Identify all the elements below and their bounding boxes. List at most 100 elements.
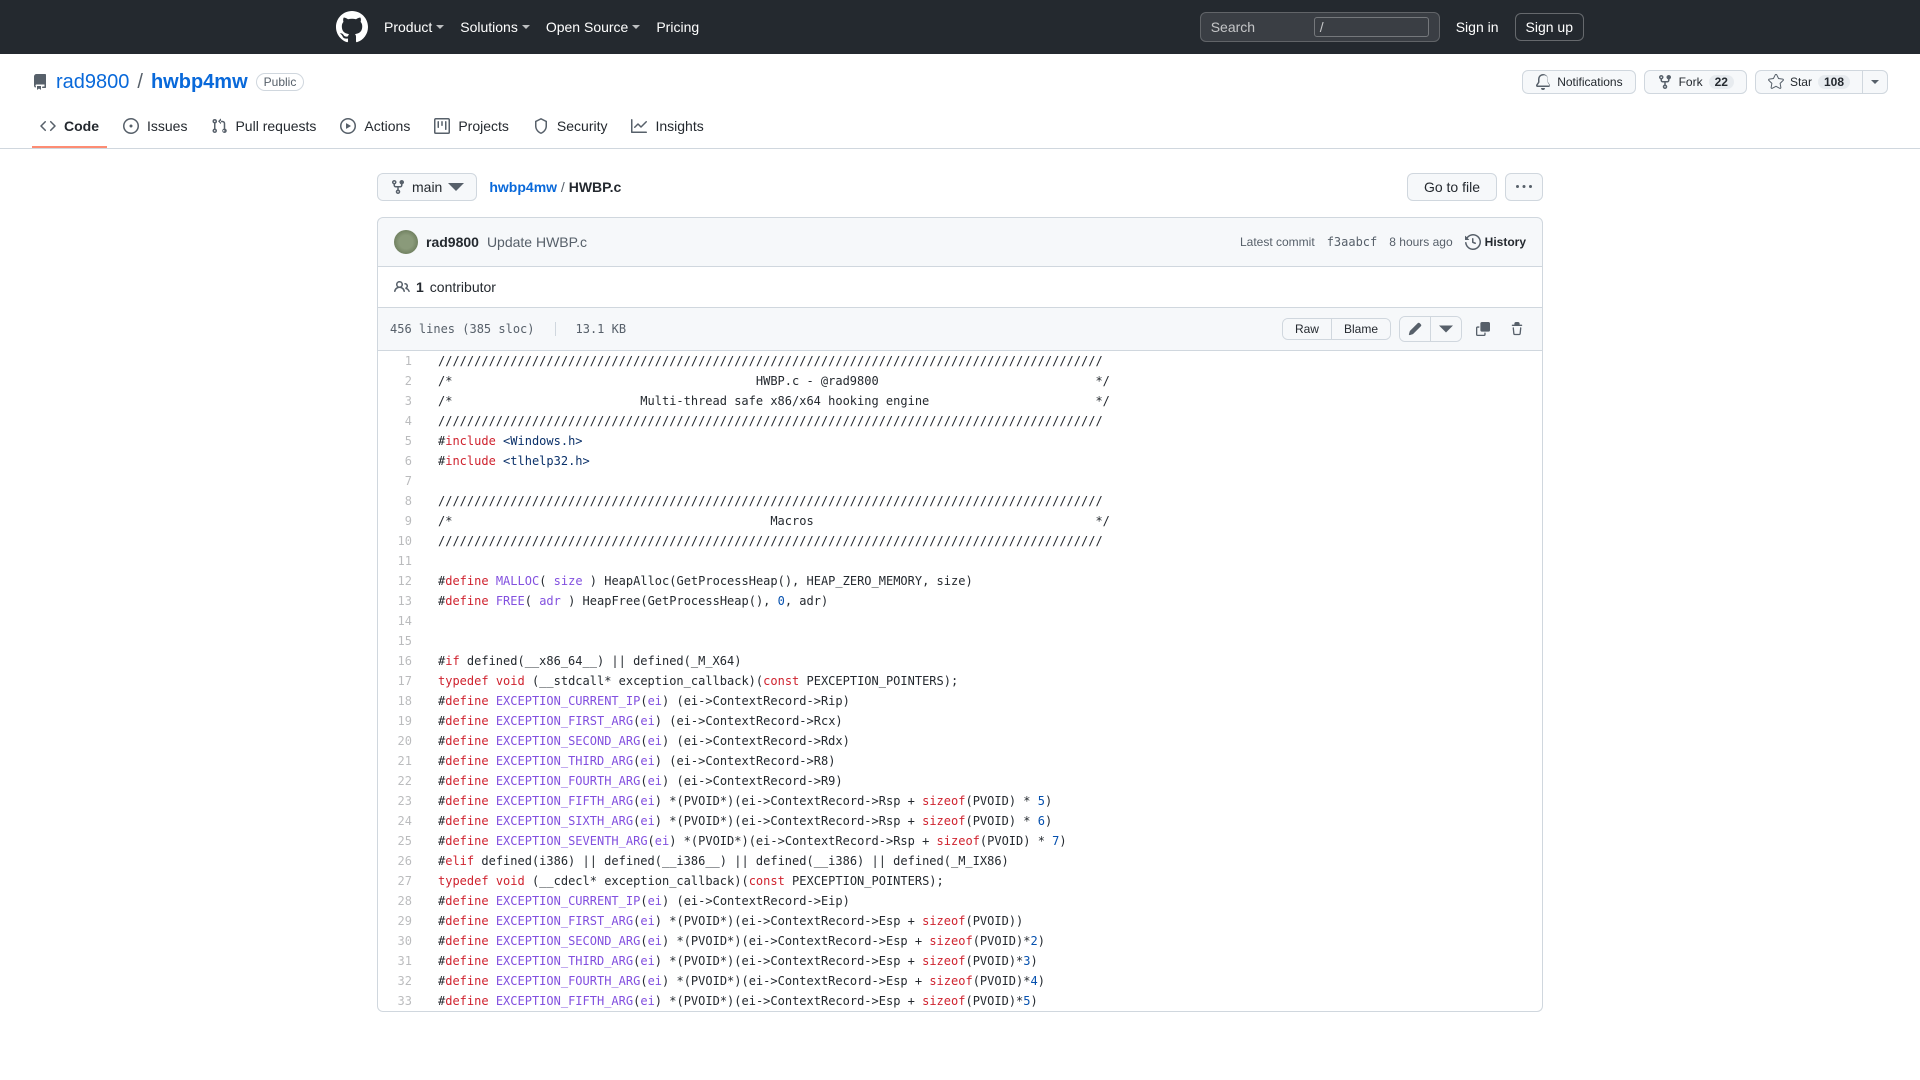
line-number[interactable]: 15 [378, 631, 428, 651]
line-number[interactable]: 3 [378, 391, 428, 411]
line-content[interactable]: #elif defined(i386) || defined(__i386__)… [428, 851, 1542, 871]
line-number[interactable]: 28 [378, 891, 428, 911]
signup-button[interactable]: Sign up [1515, 13, 1584, 41]
line-content[interactable] [428, 551, 1542, 571]
fork-button[interactable]: Fork 22 [1644, 70, 1747, 94]
line-number[interactable]: 16 [378, 651, 428, 671]
line-content[interactable]: #define EXCEPTION_SIXTH_ARG(ei) *(PVOID*… [428, 811, 1542, 831]
line-content[interactable]: #if defined(__x86_64__) || defined(_M_X6… [428, 651, 1542, 671]
line-content[interactable]: #define EXCEPTION_FIFTH_ARG(ei) *(PVOID*… [428, 991, 1542, 1011]
raw-button[interactable]: Raw [1283, 319, 1332, 339]
line-number[interactable]: 6 [378, 451, 428, 471]
commit-author-link[interactable]: rad9800 [426, 234, 479, 250]
star-button[interactable]: Star 108 [1755, 70, 1863, 94]
line-content[interactable]: #define EXCEPTION_SECOND_ARG(ei) *(PVOID… [428, 931, 1542, 951]
github-logo-icon[interactable] [336, 11, 368, 43]
line-content[interactable]: #define EXCEPTION_FOURTH_ARG(ei) (ei->Co… [428, 771, 1542, 791]
commit-sha-link[interactable]: f3aabcf [1327, 235, 1378, 249]
line-content[interactable]: #define EXCEPTION_FOURTH_ARG(ei) *(PVOID… [428, 971, 1542, 991]
line-content[interactable]: #define EXCEPTION_FIRST_ARG(ei) (ei->Con… [428, 711, 1542, 731]
line-number[interactable]: 19 [378, 711, 428, 731]
line-content[interactable]: #define EXCEPTION_CURRENT_IP(ei) (ei->Co… [428, 691, 1542, 711]
line-content[interactable]: #define EXCEPTION_FIFTH_ARG(ei) *(PVOID*… [428, 791, 1542, 811]
line-content[interactable]: ////////////////////////////////////////… [428, 351, 1542, 371]
nav-solutions[interactable]: Solutions [460, 19, 530, 35]
search-input[interactable]: Search / [1200, 12, 1440, 42]
line-number[interactable]: 30 [378, 931, 428, 951]
line-content[interactable]: ////////////////////////////////////////… [428, 531, 1542, 551]
nav-pricing[interactable]: Pricing [656, 19, 699, 35]
line-number[interactable]: 2 [378, 371, 428, 391]
line-number[interactable]: 12 [378, 571, 428, 591]
line-number[interactable]: 14 [378, 611, 428, 631]
line-number[interactable]: 11 [378, 551, 428, 571]
line-number[interactable]: 5 [378, 431, 428, 451]
breadcrumb-repo-link[interactable]: hwbp4mw [489, 179, 557, 195]
line-content[interactable]: ////////////////////////////////////////… [428, 411, 1542, 431]
history-link[interactable]: History [1465, 234, 1526, 250]
tab-security[interactable]: Security [525, 110, 616, 148]
author-avatar[interactable] [394, 230, 418, 254]
repo-name-link[interactable]: hwbp4mw [151, 71, 248, 94]
line-number[interactable]: 7 [378, 471, 428, 491]
signin-link[interactable]: Sign in [1456, 19, 1499, 35]
notifications-button[interactable]: Notifications [1522, 70, 1635, 94]
line-number[interactable]: 13 [378, 591, 428, 611]
line-number[interactable]: 18 [378, 691, 428, 711]
tab-actions[interactable]: Actions [332, 110, 418, 148]
line-number[interactable]: 29 [378, 911, 428, 931]
line-content[interactable]: #define FREE( adr ) HeapFree(GetProcessH… [428, 591, 1542, 611]
line-number[interactable]: 31 [378, 951, 428, 971]
tab-insights[interactable]: Insights [623, 110, 711, 148]
line-content[interactable] [428, 611, 1542, 631]
line-content[interactable] [428, 471, 1542, 491]
line-number[interactable]: 4 [378, 411, 428, 431]
repo-owner-link[interactable]: rad9800 [56, 71, 129, 94]
edit-dropdown[interactable] [1431, 317, 1461, 341]
tab-projects[interactable]: Projects [426, 110, 517, 148]
line-number[interactable]: 10 [378, 531, 428, 551]
branch-selector[interactable]: main [377, 173, 477, 201]
line-content[interactable]: #define EXCEPTION_THIRD_ARG(ei) (ei->Con… [428, 751, 1542, 771]
line-content[interactable]: #define EXCEPTION_SECOND_ARG(ei) (ei->Co… [428, 731, 1542, 751]
line-content[interactable]: #define EXCEPTION_THIRD_ARG(ei) *(PVOID*… [428, 951, 1542, 971]
line-content[interactable]: #include <tlhelp32.h> [428, 451, 1542, 471]
line-content[interactable]: typedef void (__stdcall* exception_callb… [428, 671, 1542, 691]
line-number[interactable]: 1 [378, 351, 428, 371]
line-number[interactable]: 22 [378, 771, 428, 791]
line-content[interactable]: #define MALLOC( size ) HeapAlloc(GetProc… [428, 571, 1542, 591]
nav-product[interactable]: Product [384, 19, 444, 35]
goto-file-button[interactable]: Go to file [1407, 173, 1497, 201]
line-number[interactable]: 20 [378, 731, 428, 751]
line-number[interactable]: 8 [378, 491, 428, 511]
tab-pull-requests[interactable]: Pull requests [203, 110, 324, 148]
line-content[interactable]: #define EXCEPTION_SEVENTH_ARG(ei) *(PVOI… [428, 831, 1542, 851]
copy-button[interactable] [1470, 317, 1496, 341]
line-number[interactable]: 25 [378, 831, 428, 851]
line-content[interactable]: typedef void (__cdecl* exception_callbac… [428, 871, 1542, 891]
line-content[interactable]: /* HWBP.c - @rad9800 */ [428, 371, 1542, 391]
line-content[interactable]: /* Multi-thread safe x86/x64 hooking eng… [428, 391, 1542, 411]
nav-open-source[interactable]: Open Source [546, 19, 641, 35]
line-number[interactable]: 26 [378, 851, 428, 871]
tab-issues[interactable]: Issues [115, 110, 195, 148]
line-content[interactable]: #define EXCEPTION_CURRENT_IP(ei) (ei->Co… [428, 891, 1542, 911]
commit-message-link[interactable]: Update HWBP.c [487, 234, 587, 250]
line-content[interactable]: #define EXCEPTION_FIRST_ARG(ei) *(PVOID*… [428, 911, 1542, 931]
line-number[interactable]: 21 [378, 751, 428, 771]
tab-code[interactable]: Code [32, 110, 107, 148]
line-number[interactable]: 17 [378, 671, 428, 691]
line-number[interactable]: 9 [378, 511, 428, 531]
line-content[interactable]: #include <Windows.h> [428, 431, 1542, 451]
line-number[interactable]: 27 [378, 871, 428, 891]
edit-button[interactable] [1400, 317, 1431, 341]
blame-button[interactable]: Blame [1332, 319, 1390, 339]
line-content[interactable]: ////////////////////////////////////////… [428, 491, 1542, 511]
delete-button[interactable] [1504, 317, 1530, 341]
star-dropdown[interactable] [1863, 70, 1888, 94]
line-content[interactable]: /* Macros */ [428, 511, 1542, 531]
more-options-button[interactable] [1505, 173, 1543, 201]
line-number[interactable]: 32 [378, 971, 428, 991]
line-number[interactable]: 23 [378, 791, 428, 811]
line-number[interactable]: 24 [378, 811, 428, 831]
